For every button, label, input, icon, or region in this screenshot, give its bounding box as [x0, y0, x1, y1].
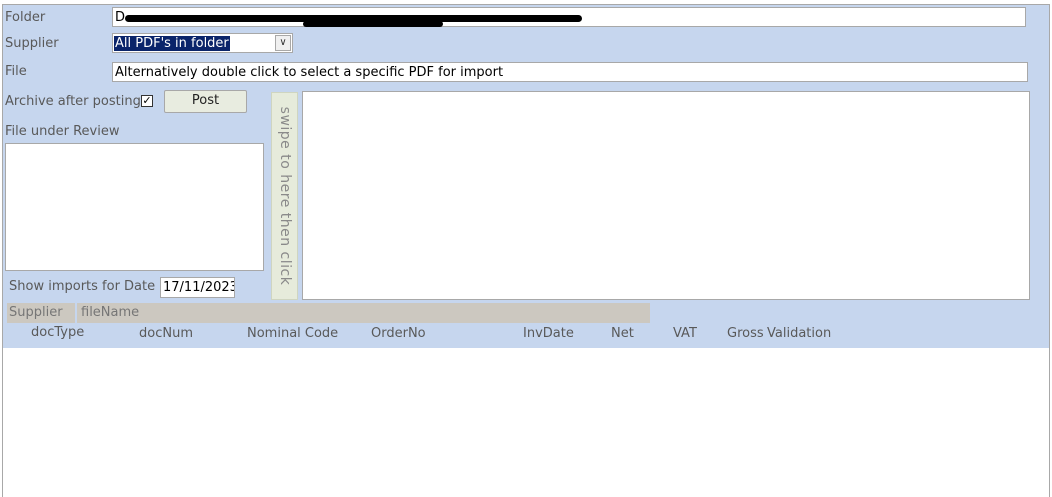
swipe-panel[interactable]: swipe to here then click	[271, 92, 298, 300]
archive-label: Archive after posting	[5, 94, 141, 109]
filename-header-text: fileName	[81, 305, 140, 320]
col-nominal-code: Nominal Code	[247, 326, 339, 341]
file-review-listbox[interactable]	[5, 143, 264, 271]
col-validation: Validation	[767, 326, 832, 341]
archive-checkbox[interactable]: ✓	[141, 95, 153, 107]
chevron-down-icon[interactable]: ∨	[275, 35, 291, 51]
post-button[interactable]: Post	[164, 90, 247, 113]
checkmark-icon: ✓	[142, 94, 152, 107]
col-docnum: docNum	[139, 326, 193, 341]
redaction-bar-2	[303, 21, 443, 27]
file-review-label: File under Review	[5, 124, 120, 139]
col-orderno: OrderNo	[371, 326, 426, 341]
col-doctype: docType	[31, 325, 85, 340]
import-date-value: 17/11/2023	[163, 280, 235, 295]
filename-column-header	[77, 303, 650, 323]
col-vat: VAT	[673, 326, 697, 341]
swipe-instruction: swipe to here then click	[276, 106, 293, 286]
file-value: Alternatively double click to select a s…	[115, 65, 504, 80]
supplier-header-text: Supplier	[9, 305, 63, 320]
supplier-combo[interactable]: All PDF's in folder ∨	[112, 33, 293, 53]
folder-value: D	[115, 10, 126, 25]
imports-detail-area[interactable]	[2, 348, 1050, 497]
col-net: Net	[611, 326, 634, 341]
file-label: File	[5, 64, 27, 79]
col-invdate: InvDate	[523, 326, 574, 341]
pdf-preview-box[interactable]	[302, 91, 1030, 300]
import-form-header: Folder D Supplier All PDF's in folder ∨ …	[2, 4, 1050, 349]
folder-label: Folder	[5, 10, 46, 25]
import-date-input[interactable]: 17/11/2023	[160, 277, 235, 298]
supplier-selected: All PDF's in folder	[114, 36, 230, 51]
col-gross: Gross	[727, 326, 764, 341]
show-imports-label: Show imports for Date	[9, 279, 156, 294]
supplier-label: Supplier	[5, 36, 59, 51]
file-input[interactable]: Alternatively double click to select a s…	[112, 62, 1028, 82]
